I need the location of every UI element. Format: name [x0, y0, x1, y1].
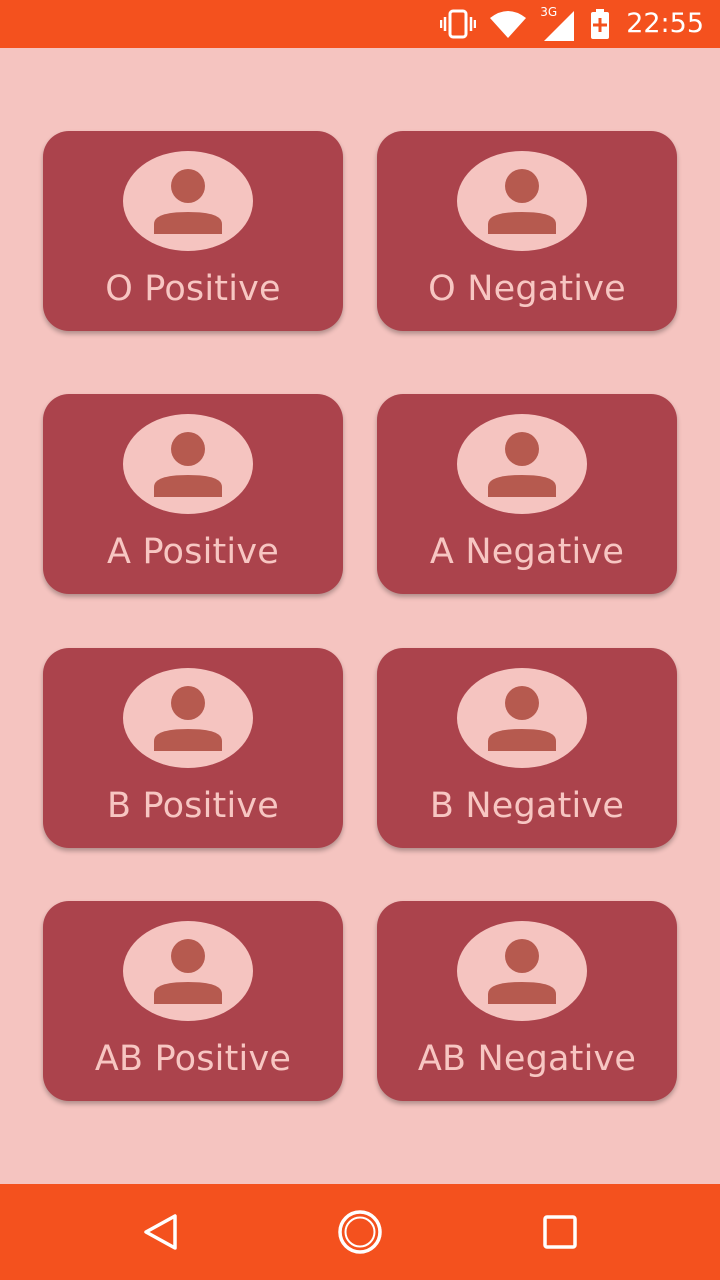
blood-group-label: O Positive: [105, 269, 281, 309]
recents-button[interactable]: [536, 1208, 584, 1256]
blood-group-label: A Negative: [429, 532, 625, 572]
blood-group-label: AB Negative: [417, 1039, 637, 1079]
home-icon: [338, 1210, 382, 1254]
person-icon: [123, 151, 253, 251]
navigation-bar: [0, 1184, 720, 1280]
vibrate-icon: [440, 9, 477, 39]
person-icon: [123, 414, 253, 514]
status-bar: 3G 22:55: [0, 0, 720, 48]
person-icon: [123, 921, 253, 1021]
blood-group-label: A Positive: [107, 532, 279, 572]
blood-group-label: B Positive: [106, 786, 280, 826]
blood-group-card-ab-positive[interactable]: AB Positive: [43, 901, 343, 1101]
person-icon: [123, 668, 253, 768]
home-button[interactable]: [336, 1208, 384, 1256]
blood-group-card-o-positive[interactable]: O Positive: [43, 131, 343, 331]
status-clock: 22:55: [626, 8, 704, 39]
blood-group-card-a-positive[interactable]: A Positive: [43, 394, 343, 594]
person-icon: [457, 151, 587, 251]
person-icon: [457, 921, 587, 1021]
blood-group-card-b-negative[interactable]: B Negative: [377, 648, 677, 848]
blood-group-card-b-positive[interactable]: B Positive: [43, 648, 343, 848]
blood-group-card-a-negative[interactable]: A Negative: [377, 394, 677, 594]
blood-group-label: AB Positive: [94, 1039, 292, 1079]
person-icon: [457, 414, 587, 514]
cell-signal-icon: 3G: [540, 5, 576, 41]
blood-group-card-ab-negative[interactable]: AB Negative: [377, 901, 677, 1101]
wifi-icon: [490, 10, 527, 38]
blood-group-label: O Negative: [428, 269, 626, 309]
blood-group-card-o-negative[interactable]: O Negative: [377, 131, 677, 331]
battery-charging-icon: [590, 9, 610, 39]
back-button[interactable]: [136, 1208, 184, 1256]
person-icon: [457, 668, 587, 768]
status-icons: 3G 22:55: [440, 0, 704, 48]
blood-group-label: B Negative: [429, 786, 625, 826]
recents-icon: [543, 1215, 577, 1249]
back-icon: [144, 1214, 177, 1250]
